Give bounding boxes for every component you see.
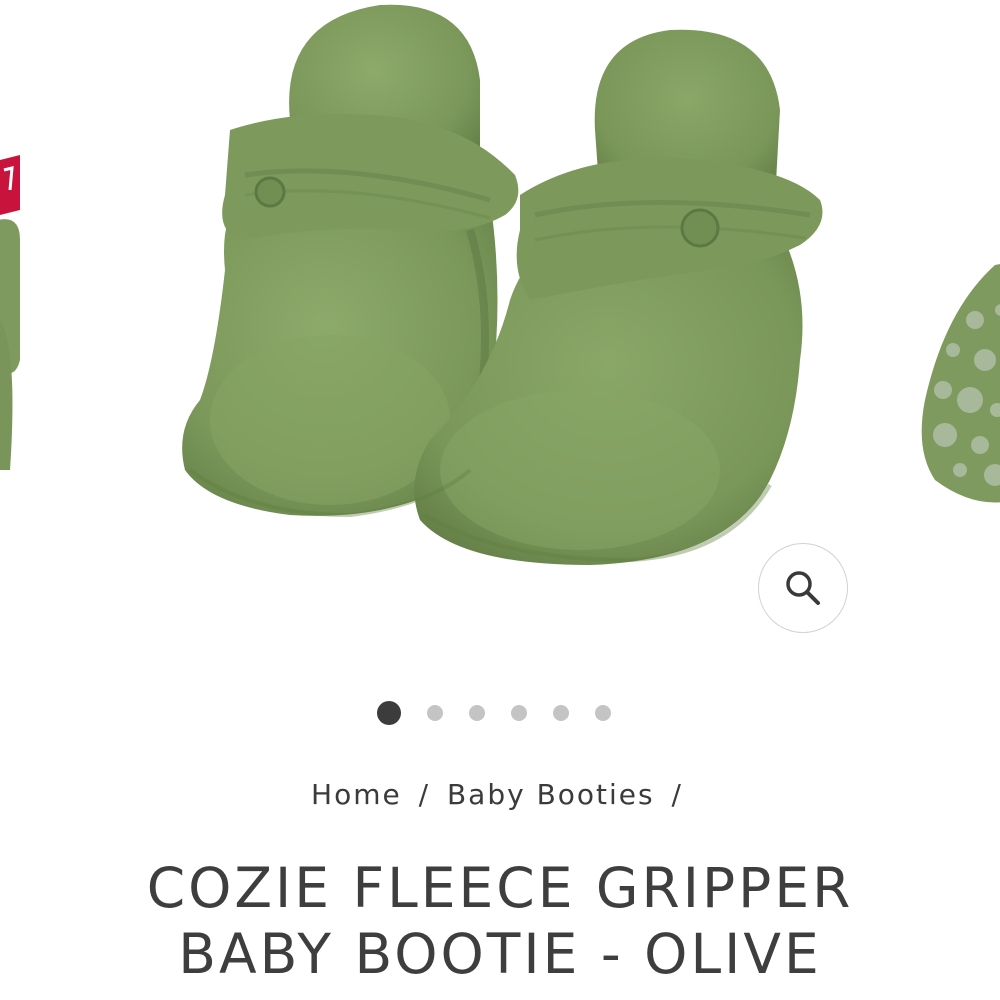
product-page: Home / Baby Booties / COZIE FLEECE GRIPP… — [0, 0, 1000, 1000]
product-title-line-2: BABY BOOTIE - OLIVE — [178, 922, 822, 986]
previous-slide-image[interactable] — [0, 120, 20, 500]
product-image-main[interactable] — [170, 0, 840, 580]
breadcrumb-separator: / — [671, 778, 683, 811]
breadcrumb-category-link[interactable]: Baby Booties — [447, 778, 655, 811]
carousel-dot-2[interactable] — [426, 705, 443, 721]
product-title-line-1: COZIE FLEECE GRIPPER — [146, 856, 854, 920]
carousel-dot-5[interactable] — [552, 705, 569, 721]
breadcrumb: Home / Baby Booties / — [0, 778, 1000, 811]
breadcrumb-home-link[interactable]: Home — [311, 778, 402, 811]
next-slide-image[interactable] — [915, 250, 1000, 520]
carousel-dot-4[interactable] — [510, 705, 527, 721]
product-image-carousel[interactable] — [0, 0, 1000, 650]
carousel-dot-3[interactable] — [468, 705, 485, 721]
carousel-dot-6[interactable] — [594, 705, 611, 721]
carousel-dot-1[interactable] — [376, 701, 401, 725]
product-title: COZIE FLEECE GRIPPER BABY BOOTIE - OLIVE — [0, 855, 1000, 987]
search-icon — [786, 571, 820, 605]
zoom-button[interactable] — [758, 543, 848, 633]
carousel-pagination — [0, 700, 1000, 726]
breadcrumb-separator: / — [418, 778, 431, 811]
